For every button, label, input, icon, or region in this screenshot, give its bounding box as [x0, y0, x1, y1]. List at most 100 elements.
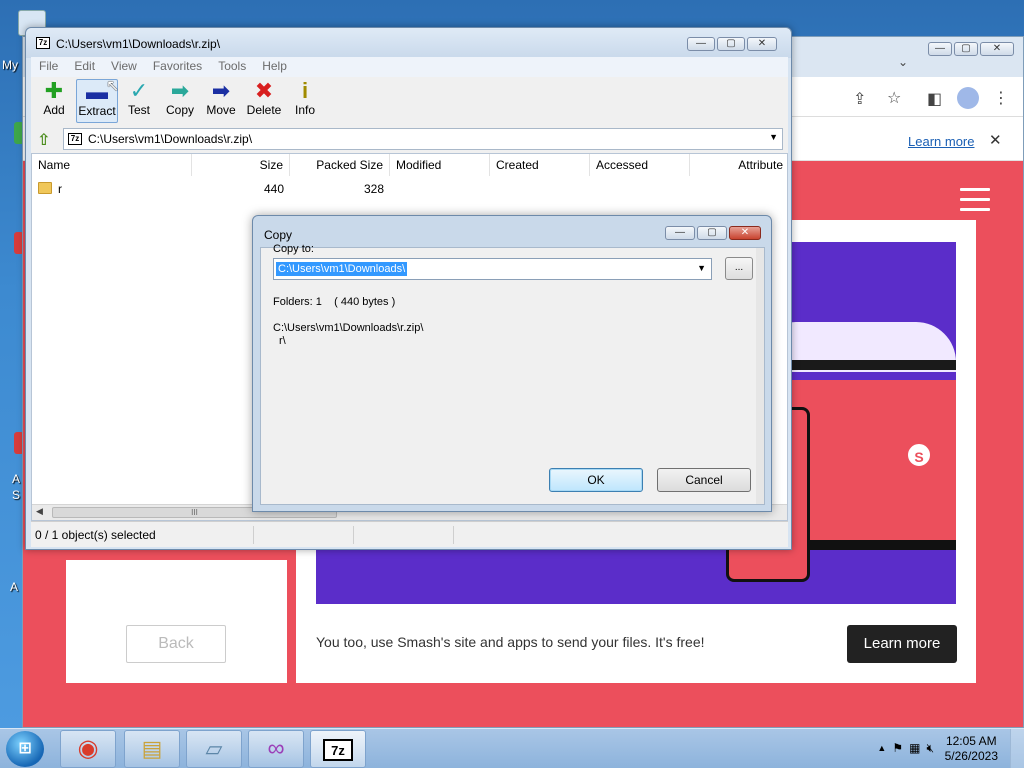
menu-view[interactable]: View: [103, 57, 145, 77]
ok-button[interactable]: OK: [549, 468, 643, 492]
back-button[interactable]: Back: [126, 625, 226, 663]
sidepanel-icon[interactable]: ◧: [927, 89, 942, 109]
row-name: r: [58, 182, 62, 196]
path-text: C:\Users\vm1\Downloads\r.zip\: [88, 132, 253, 146]
sevenzip-titlebar: 7z C:\Users\vm1\Downloads\r.zip\ — ▢ ✕: [26, 28, 791, 58]
sevenzip-icon: 7z: [323, 739, 353, 762]
infobar-learn-more-link[interactable]: Learn more: [908, 134, 974, 149]
menu-tools[interactable]: Tools: [210, 57, 254, 77]
dialog-close-button[interactable]: ✕: [729, 226, 761, 240]
browser-close-button[interactable]: ✕: [980, 42, 1014, 56]
tray-expand-icon[interactable]: ▲: [877, 743, 886, 756]
dialog-minimize-button[interactable]: —: [665, 226, 695, 240]
folder-icon: ▤: [141, 736, 163, 761]
cancel-button[interactable]: Cancel: [657, 468, 751, 492]
column-modified[interactable]: Modified: [390, 154, 490, 176]
clock-date: 5/26/2023: [944, 749, 998, 763]
promo-text: You too, use Smash's site and apps to se…: [316, 634, 705, 650]
mouse-cursor-icon: ↖: [106, 78, 120, 95]
explorer-task-button[interactable]: ▤: [124, 730, 180, 768]
address-bar: ⇧ 7z C:\Users\vm1\Downloads\r.zip\ ▼: [31, 125, 788, 153]
toolbar: ✚ Add ▬ Extract ✓ Test ➡ Copy ➡ Move ✖ D…: [31, 77, 788, 125]
test-button[interactable]: ✓ Test: [122, 79, 156, 123]
copy-label: Copy: [165, 103, 194, 117]
sevenzip-app-icon: 7z: [36, 37, 50, 49]
extract-label: Extract: [78, 104, 116, 118]
infinity-icon: ∞: [267, 735, 285, 762]
browser-menu-icon[interactable]: ⋮: [993, 88, 1009, 108]
menu-favorites[interactable]: Favorites: [145, 57, 210, 77]
desktop-label-a: A: [12, 472, 21, 486]
chevron-down-icon[interactable]: ⌄: [898, 55, 908, 69]
sevenzip-title: C:\Users\vm1\Downloads\r.zip\: [56, 37, 221, 51]
column-packed-size[interactable]: Packed Size: [290, 154, 390, 176]
path-dropdown-icon[interactable]: ▼: [769, 132, 778, 142]
source-path: C:\Users\vm1\Downloads\r.zip\: [273, 322, 424, 334]
column-name[interactable]: Name: [32, 154, 192, 176]
move-label: Move: [206, 103, 236, 117]
add-button[interactable]: ✚ Add: [37, 79, 71, 123]
info-label: Info: [294, 103, 315, 117]
browser-minimize-button[interactable]: —: [928, 42, 952, 56]
move-arrow-icon: ➡: [211, 78, 231, 103]
start-button[interactable]: ⊞: [6, 731, 44, 767]
menu-edit[interactable]: Edit: [66, 57, 103, 77]
laptop-base: [786, 540, 956, 550]
infinity-task-button[interactable]: ∞: [248, 730, 304, 768]
copy-to-label: Copy to:: [273, 243, 314, 255]
bookmark-star-icon[interactable]: ☆: [887, 88, 901, 108]
status-divider: [453, 526, 454, 544]
copy-arrow-icon: ➡: [170, 78, 190, 103]
path-combobox[interactable]: 7z C:\Users\vm1\Downloads\r.zip\ ▼: [63, 128, 783, 150]
chrome-task-button[interactable]: ◉: [60, 730, 116, 768]
sevenzip-close-button[interactable]: ✕: [747, 37, 777, 51]
dialog-titlebar: Copy — ▢ ✕: [253, 216, 771, 246]
volume-muted-icon[interactable]: 🔇︎: [926, 741, 934, 756]
copy-button[interactable]: ➡ Copy: [162, 79, 198, 123]
action-center-icon[interactable]: ⚑: [892, 741, 903, 756]
clock-time: 12:05 AM: [945, 734, 997, 748]
scroll-left-icon[interactable]: ◀: [36, 506, 43, 517]
add-label: Add: [43, 103, 65, 117]
source-item: r\: [279, 335, 286, 347]
destination-dropdown-icon[interactable]: ▼: [697, 263, 706, 273]
menu-help[interactable]: Help: [254, 57, 295, 77]
menu-file[interactable]: File: [31, 57, 66, 77]
browse-button[interactable]: ...: [725, 257, 753, 280]
browser-maximize-button[interactable]: ▢: [954, 42, 978, 56]
clock[interactable]: 12:05 AM 5/26/2023: [945, 734, 998, 764]
sevenzip-minimize-button[interactable]: —: [687, 37, 715, 51]
menubar: File Edit View Favorites Tools Help: [31, 57, 788, 77]
left-card: Back: [66, 560, 287, 683]
share-icon[interactable]: ⇪: [853, 89, 866, 109]
row-packed-size: 328: [363, 182, 384, 196]
dialog-scrollbar[interactable]: [756, 248, 764, 504]
summary-label: Folders: 1 ( 440 bytes ): [273, 296, 396, 308]
hamburger-menu-icon[interactable]: [960, 188, 990, 218]
sevenzip-task-button[interactable]: 7z: [310, 730, 366, 768]
column-created[interactable]: Created: [490, 154, 590, 176]
sevenzip-maximize-button[interactable]: ▢: [717, 37, 745, 51]
delete-button[interactable]: ✖ Delete: [244, 79, 284, 123]
infobar-close-icon[interactable]: ✕: [989, 131, 1002, 149]
notepad-icon: ▱: [205, 736, 223, 761]
taskbar: ⊞ ◉ ▤ ▱ ∞ 7z ▲ ⚑ ▦ 🔇︎ 12:05 AM 5/26/2023: [0, 728, 1024, 768]
column-attributes[interactable]: Attribute: [690, 154, 789, 176]
status-text: 0 / 1 object(s) selected: [35, 528, 156, 542]
folder-up-icon[interactable]: ⇧: [37, 130, 55, 149]
show-desktop-button[interactable]: [1010, 729, 1024, 768]
info-button[interactable]: i Info: [290, 79, 320, 123]
move-button[interactable]: ➡ Move: [203, 79, 239, 123]
column-accessed[interactable]: Accessed: [590, 154, 690, 176]
destination-combobox[interactable]: C:\Users\vm1\Downloads\ ▼: [273, 258, 712, 280]
profile-avatar[interactable]: [957, 87, 979, 109]
smash-logo-icon: S: [906, 442, 932, 468]
network-icon[interactable]: ▦: [909, 741, 920, 756]
system-tray: ▲ ⚑ ▦ 🔇︎: [877, 741, 934, 756]
notepad-task-button[interactable]: ▱: [186, 730, 242, 768]
column-size[interactable]: Size: [192, 154, 290, 176]
dialog-maximize-button[interactable]: ▢: [697, 226, 727, 240]
learn-more-button[interactable]: Learn more: [847, 625, 957, 663]
destination-value: C:\Users\vm1\Downloads\: [276, 262, 408, 276]
desktop-label-computer: My: [2, 58, 18, 72]
